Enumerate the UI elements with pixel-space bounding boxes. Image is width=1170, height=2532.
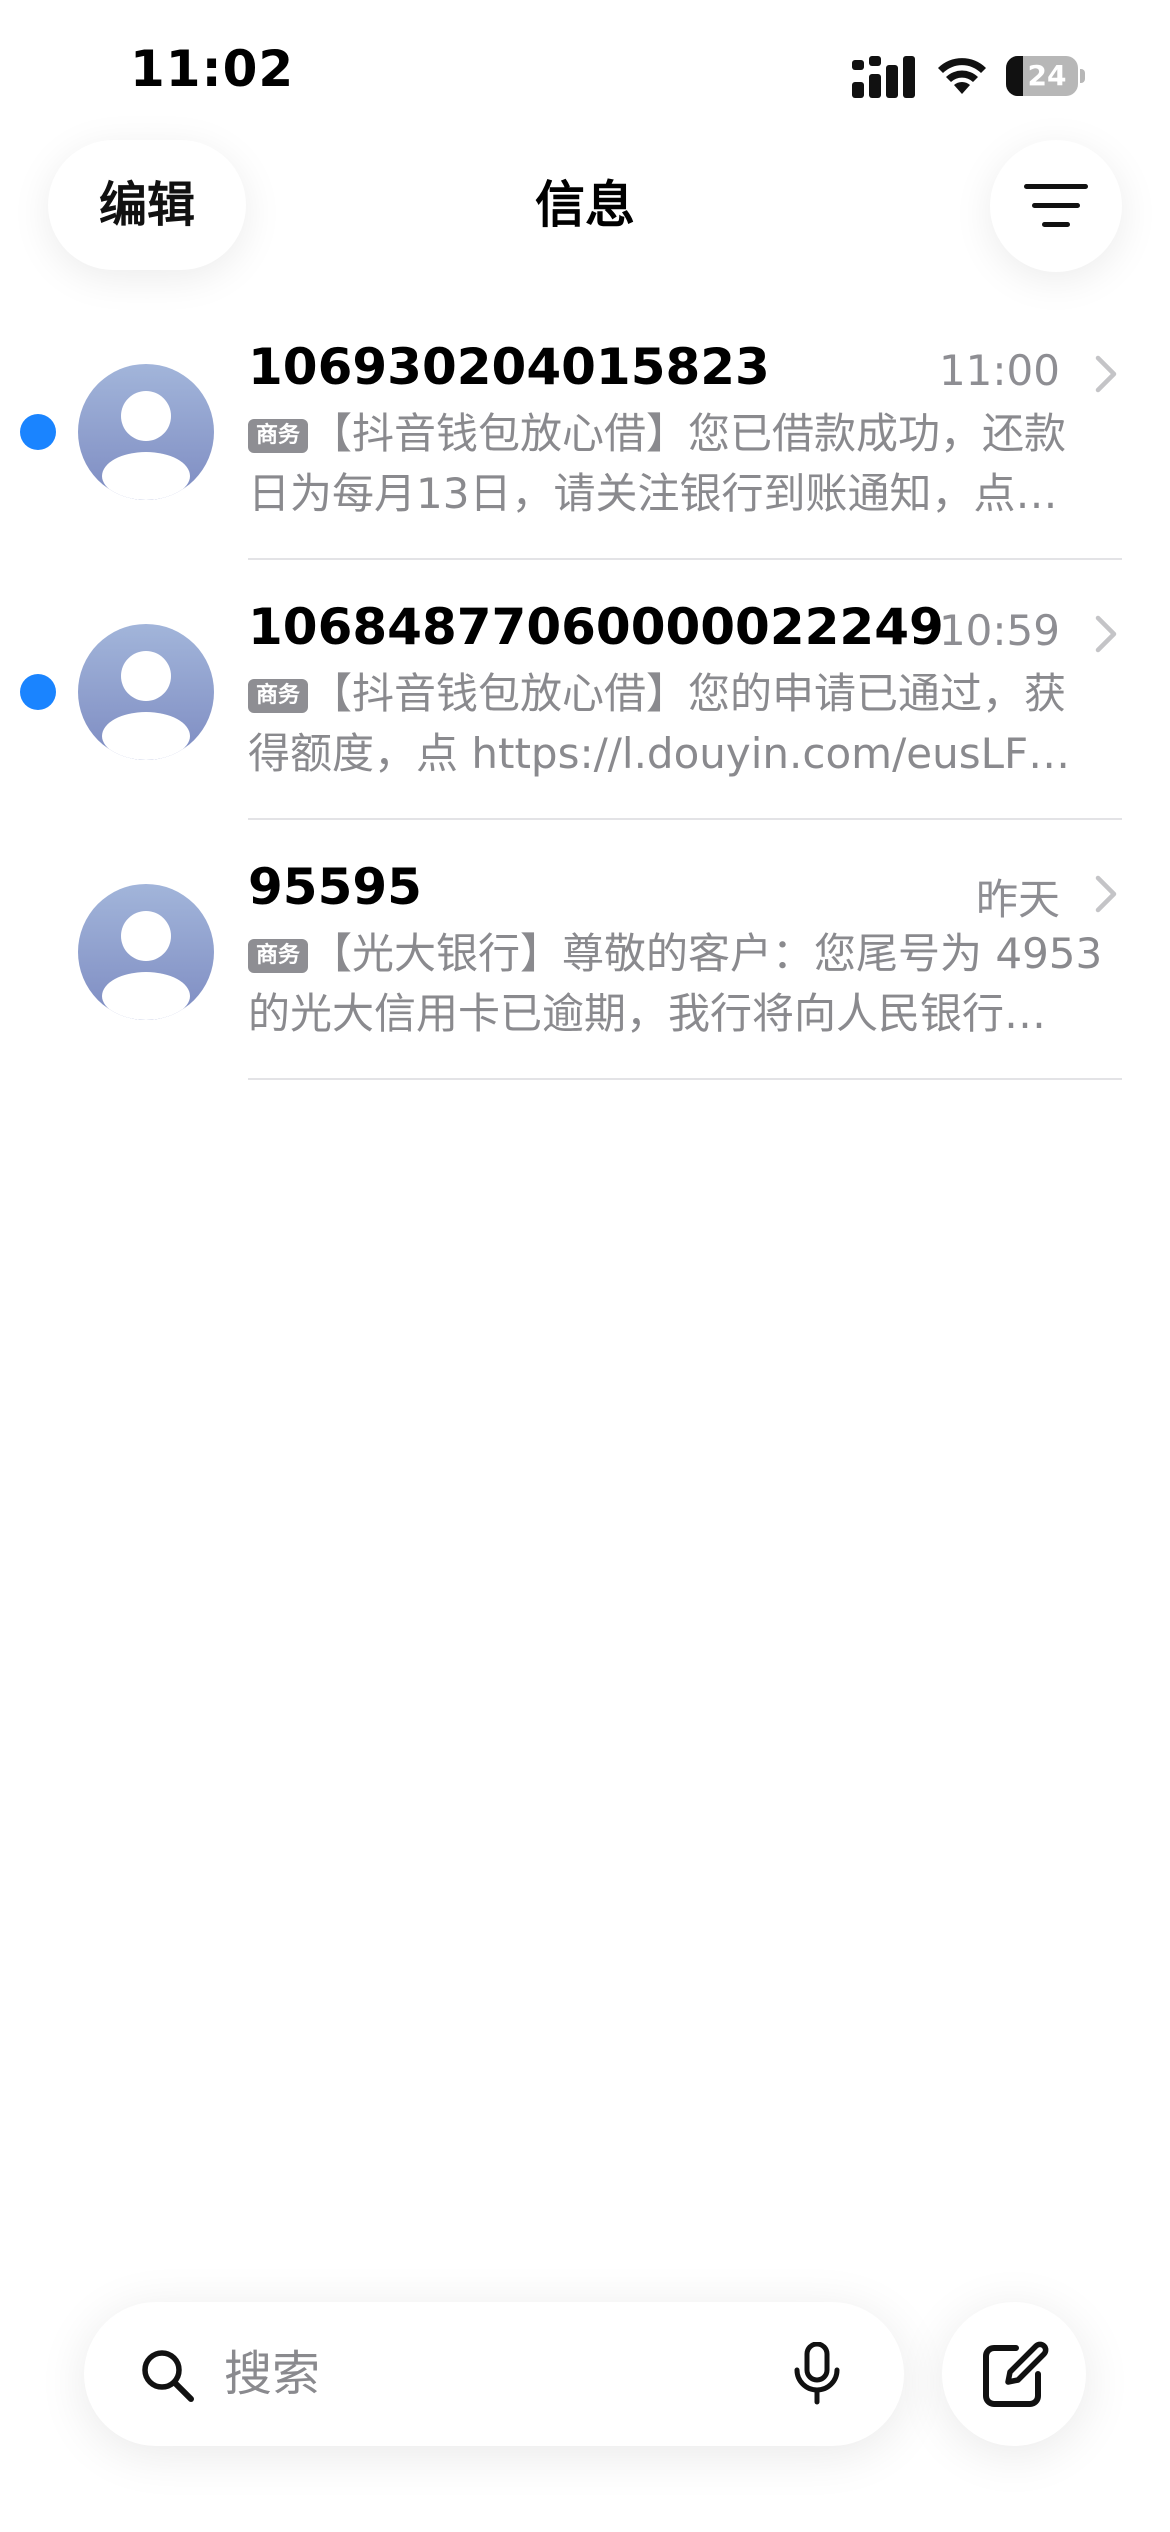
status-time: 11:02 <box>130 40 295 98</box>
sender-name: 10684877060000022249 <box>248 598 944 656</box>
message-preview: 商务 【抖音钱包放心借】您的申请已通过，获 得额度，点 https://l.dou… <box>248 664 1122 784</box>
person-icon <box>102 651 190 760</box>
preview-line-1: 【光大银行】尊敬的客户：您尾号为 4953 <box>310 929 1103 978</box>
conversation-row[interactable]: 95595 昨天 商务 【光大银行】尊敬的客户：您尾号为 4953 的光大信用卡已… <box>0 820 1170 1080</box>
preview-line-1: 【抖音钱包放心借】您已借款成功，还款 <box>310 409 1067 458</box>
avatar <box>78 364 214 500</box>
preview-line-1: 【抖音钱包放心借】您的申请已通过，获 <box>310 669 1067 718</box>
chevron-right-icon <box>1095 875 1117 913</box>
conversation-row[interactable]: 10684877060000022249 10:59 商务 【抖音钱包放心借】您的… <box>0 560 1170 820</box>
divider <box>248 1078 1122 1080</box>
sender-name: 106930204015823 <box>248 338 770 396</box>
preview-line-2: 得额度，点 https://l.douyin.com/eusLF… <box>248 729 1071 778</box>
message-preview: 商务 【光大银行】尊敬的客户：您尾号为 4953 的光大信用卡已逾期，我行将向人民… <box>248 924 1122 1044</box>
chevron-right-icon <box>1095 615 1117 653</box>
status-bar: 11:02 24 <box>0 0 1170 140</box>
unread-indicator <box>20 674 56 710</box>
search-bar[interactable] <box>84 2302 904 2446</box>
search-icon <box>142 2350 194 2402</box>
category-tag: 商务 <box>248 679 309 713</box>
conversation-list: 106930204015823 11:00 商务 【抖音钱包放心借】您已借款成功，… <box>0 300 1170 1080</box>
avatar <box>78 624 214 760</box>
search-input[interactable] <box>224 2332 784 2416</box>
message-time: 11:00 <box>938 346 1060 395</box>
category-tag: 商务 <box>248 939 309 973</box>
filter-lines-icon <box>1024 184 1088 227</box>
compose-button[interactable] <box>942 2302 1086 2446</box>
microphone-icon[interactable] <box>792 2342 842 2406</box>
category-tag: 商务 <box>248 419 309 453</box>
person-icon <box>102 391 190 500</box>
battery-icon: 24 <box>1006 56 1085 96</box>
message-time: 10:59 <box>938 606 1060 655</box>
battery-level: 24 <box>1027 59 1067 92</box>
message-preview: 商务 【抖音钱包放心借】您已借款成功，还款 日为每月13日，请关注银行到账通知，点… <box>248 404 1122 524</box>
wifi-icon <box>938 58 986 94</box>
message-time: 昨天 <box>975 875 1060 924</box>
sender-name: 95595 <box>248 858 422 916</box>
person-icon <box>102 911 190 1020</box>
signal-icon <box>852 56 915 98</box>
chevron-right-icon <box>1095 355 1117 393</box>
edit-button[interactable]: 编辑 <box>48 140 246 270</box>
conversation-row[interactable]: 106930204015823 11:00 商务 【抖音钱包放心借】您已借款成功，… <box>0 300 1170 560</box>
unread-indicator <box>20 414 56 450</box>
avatar <box>78 884 214 1020</box>
preview-line-2: 日为每月13日，请关注银行到账通知，点… <box>248 469 1058 518</box>
compose-icon <box>983 2341 1049 2407</box>
preview-line-2: 的光大信用卡已逾期，我行将向人民银行… <box>248 989 1047 1038</box>
filter-button[interactable] <box>990 140 1122 272</box>
